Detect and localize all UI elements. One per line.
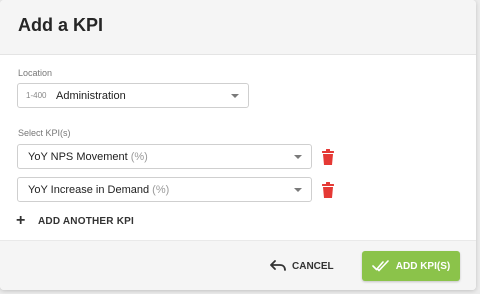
kpi-select-2-unit: (%) <box>152 184 170 196</box>
location-code: 1-400 <box>26 91 47 100</box>
add-another-kpi-button[interactable]: + ADD ANOTHER KPI <box>16 212 134 230</box>
dialog-header: Add a KPI <box>0 0 476 55</box>
kpi-select-1[interactable]: YoY NPS Movement (%) <box>17 144 312 169</box>
plus-icon: + <box>16 212 26 229</box>
location-value: Administration <box>56 90 126 102</box>
dialog-title: Add a KPI <box>18 15 104 35</box>
kpi-label: Select KPI(s) <box>18 128 71 138</box>
kpi-select-1-name: YoY NPS Movement <box>28 151 128 163</box>
add-kpis-button[interactable]: ADD KPI(S) <box>362 251 460 281</box>
cancel-button[interactable]: CANCEL <box>270 253 334 279</box>
undo-icon <box>270 260 286 271</box>
double-check-icon <box>371 260 389 272</box>
location-select[interactable]: 1-400 Administration <box>17 83 249 108</box>
location-label: Location <box>18 68 53 78</box>
trash-icon[interactable] <box>321 149 335 165</box>
kpi-select-2-name: YoY Increase in Demand <box>28 184 150 196</box>
caret-down-icon <box>231 94 239 98</box>
caret-down-icon <box>294 155 302 159</box>
add-another-kpi-label: ADD ANOTHER KPI <box>38 215 134 227</box>
caret-down-icon <box>294 188 302 192</box>
add-kpis-label: ADD KPI(S) <box>395 260 451 272</box>
kpi-select-2[interactable]: YoY Increase in Demand (%) <box>17 177 312 202</box>
kpi-select-1-unit: (%) <box>130 151 148 163</box>
add-kpi-dialog: Add a KPI Location 1-400 Administration … <box>0 0 476 290</box>
cancel-label: CANCEL <box>292 260 334 272</box>
trash-icon[interactable] <box>321 182 335 198</box>
